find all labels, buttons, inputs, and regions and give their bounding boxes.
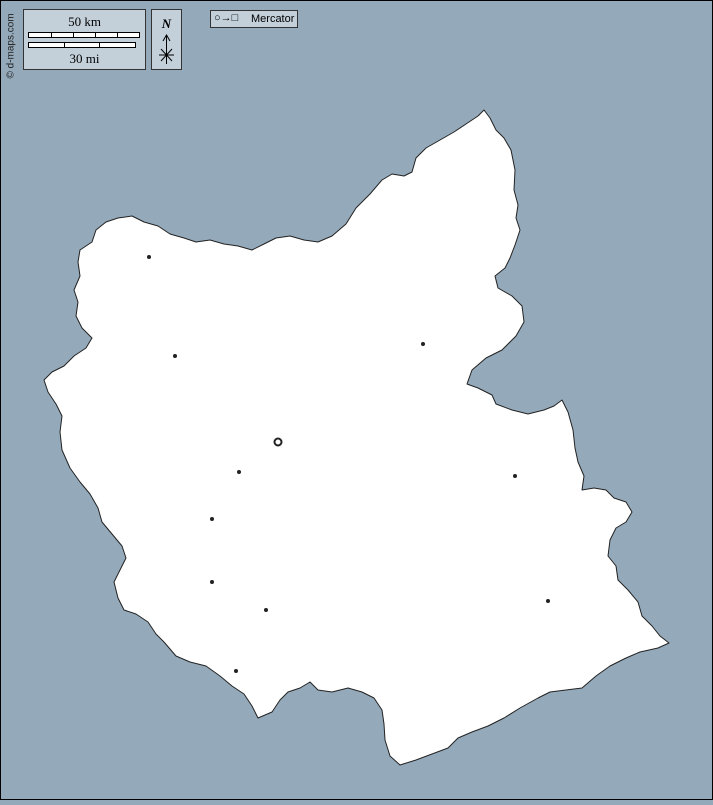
capital-circle-icon[interactable] bbox=[273, 437, 283, 447]
projection-label-panel: ○→□ Mercator bbox=[210, 10, 298, 28]
scale-km-bar bbox=[28, 32, 140, 38]
scale-mi-bar bbox=[28, 42, 136, 48]
town-dot-icon[interactable] bbox=[147, 255, 151, 259]
map-svg bbox=[0, 0, 713, 800]
town-dot-icon[interactable] bbox=[513, 474, 517, 478]
projection-name: Mercator bbox=[251, 13, 295, 25]
town-dot-icon[interactable] bbox=[264, 608, 268, 612]
town-dot-icon[interactable] bbox=[421, 342, 425, 346]
town-dot-icon[interactable] bbox=[237, 470, 241, 474]
scale-km-label: 50 km bbox=[68, 14, 101, 29]
credit-text: © d-maps.com bbox=[5, 13, 17, 79]
credit-label: © d-maps.com bbox=[4, 6, 18, 80]
town-dot-icon[interactable] bbox=[210, 517, 214, 521]
town-dot-icon[interactable] bbox=[210, 580, 214, 584]
town-dot-icon[interactable] bbox=[546, 599, 550, 603]
north-arrow-icon bbox=[159, 34, 174, 64]
town-dot-icon[interactable] bbox=[234, 669, 238, 673]
scale-bar-panel: 50 km 30 mi bbox=[23, 9, 146, 70]
map-canvas bbox=[0, 0, 713, 800]
scale-mi-label: 30 mi bbox=[69, 51, 100, 66]
town-dot-icon[interactable] bbox=[173, 354, 177, 358]
projection-glyph-icon: ○→□ bbox=[214, 12, 239, 24]
north-arrow-panel: N bbox=[151, 9, 182, 70]
